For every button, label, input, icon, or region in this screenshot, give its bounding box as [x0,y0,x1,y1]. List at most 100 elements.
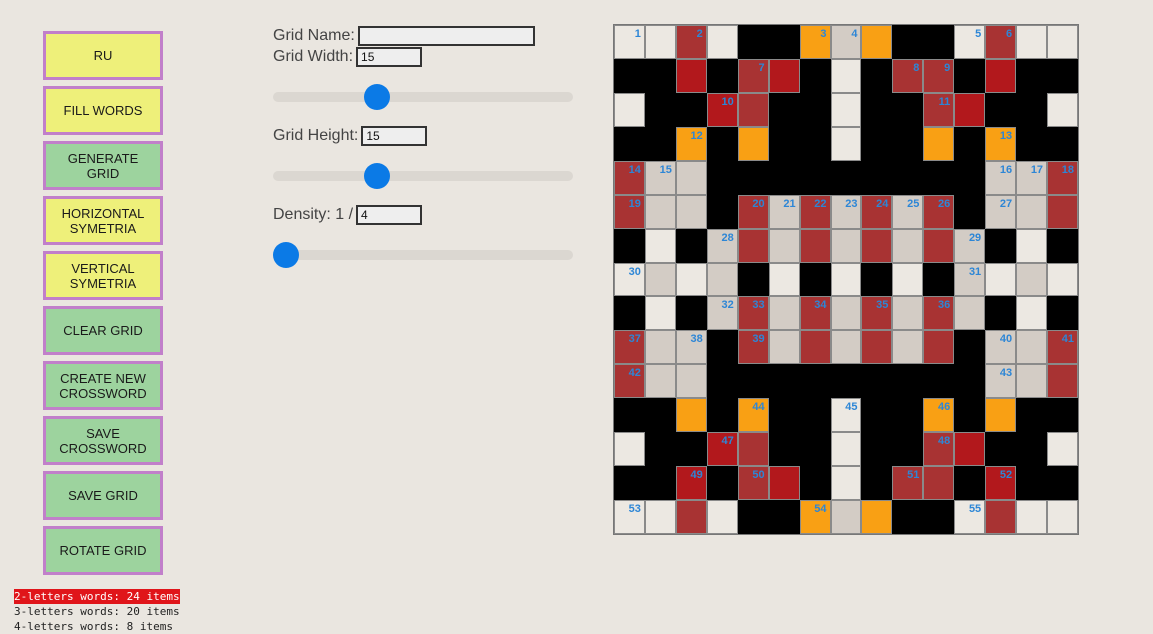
grid-cell[interactable]: 27 [985,194,1017,229]
grid-cell[interactable] [1016,92,1048,127]
grid-cell[interactable] [644,228,676,263]
ru-button[interactable]: RU [43,31,163,80]
grid-cell[interactable] [768,228,800,263]
grid-cell[interactable] [892,126,924,161]
grid-cell[interactable] [861,58,893,93]
grid-cell[interactable] [954,364,986,399]
grid-cell[interactable] [1047,58,1078,93]
grid-cell[interactable] [644,262,676,297]
grid-cell[interactable]: 36 [923,296,955,331]
grid-cell[interactable] [861,25,893,59]
grid-cell[interactable] [892,92,924,127]
grid-height-input[interactable] [361,126,428,146]
grid-cell[interactable]: 33 [737,296,769,331]
grid-cell[interactable] [706,364,738,399]
grid-cell[interactable]: 30 [614,262,645,297]
grid-cell[interactable] [1016,58,1048,93]
grid-cell[interactable] [737,92,769,127]
grid-cell[interactable] [675,92,707,127]
grid-cell[interactable] [706,58,738,93]
grid-cell[interactable] [954,194,986,229]
grid-cell[interactable] [706,466,738,501]
grid-cell[interactable] [675,432,707,467]
grid-cell[interactable] [799,262,831,297]
grid-cell[interactable] [892,25,924,59]
grid-cell[interactable] [614,432,645,467]
grid-cell[interactable] [768,500,800,534]
grid-cell[interactable] [799,398,831,433]
grid-cell[interactable] [706,262,738,297]
grid-cell[interactable] [830,262,862,297]
grid-cell[interactable] [614,466,645,501]
grid-cell[interactable] [892,296,924,331]
grid-cell[interactable]: 50 [737,466,769,501]
grid-cell[interactable] [892,262,924,297]
grid-cell[interactable] [892,364,924,399]
grid-cell[interactable] [923,500,955,534]
grid-cell[interactable] [706,126,738,161]
grid-cell[interactable] [985,500,1017,534]
grid-cell[interactable] [799,58,831,93]
grid-cell[interactable] [1016,364,1048,399]
grid-cell[interactable] [985,58,1017,93]
grid-cell[interactable] [954,92,986,127]
grid-cell[interactable] [1016,500,1048,534]
grid-cell[interactable] [737,160,769,195]
grid-cell[interactable] [768,364,800,399]
grid-cell[interactable]: 7 [737,58,769,93]
generate-grid-button[interactable]: GENERATE GRID [43,141,163,190]
grid-cell[interactable] [768,160,800,195]
create-new-crossword-button[interactable]: CREATE NEW CROSSWORD [43,361,163,410]
crossword-grid[interactable]: 1 2 3 4 5 6 7 8 9 10 11 12 13 14 15 16 17 18 19 20 21 22 23 24 2… [613,24,1079,535]
grid-cell[interactable] [985,296,1017,331]
grid-cell[interactable] [737,25,769,59]
grid-cell[interactable] [614,228,645,263]
grid-cell[interactable]: 12 [675,126,707,161]
grid-cell[interactable] [954,58,986,93]
grid-cell[interactable] [644,330,676,365]
grid-cell[interactable] [706,330,738,365]
density-slider[interactable] [273,242,573,268]
grid-cell[interactable] [954,466,986,501]
slider-handle[interactable] [273,242,299,268]
grid-cell[interactable]: 17 [1016,160,1048,195]
grid-cell[interactable] [1047,92,1078,127]
grid-cell[interactable] [954,432,986,467]
grid-cell[interactable]: 37 [614,330,645,365]
grid-cell[interactable] [1047,262,1078,297]
grid-height-slider[interactable] [273,163,573,189]
slider-handle[interactable] [364,163,391,189]
grid-cell[interactable] [675,500,707,534]
grid-cell[interactable] [644,364,676,399]
grid-cell[interactable]: 21 [768,194,800,229]
grid-cell[interactable] [1047,25,1078,59]
grid-cell[interactable] [892,228,924,263]
grid-cell[interactable] [830,92,862,127]
grid-cell[interactable] [799,228,831,263]
grid-cell[interactable] [923,228,955,263]
grid-cell[interactable] [861,500,893,534]
grid-cell[interactable]: 49 [675,466,707,501]
grid-cell[interactable]: 11 [923,92,955,127]
grid-cell[interactable] [923,364,955,399]
grid-cell[interactable] [706,500,738,534]
grid-cell[interactable] [644,25,676,59]
grid-cell[interactable]: 25 [892,194,924,229]
grid-cell[interactable]: 20 [737,194,769,229]
grid-cell[interactable] [861,262,893,297]
grid-cell[interactable] [985,228,1017,263]
grid-cell[interactable]: 46 [923,398,955,433]
grid-cell[interactable] [861,228,893,263]
grid-cell[interactable] [614,398,645,433]
grid-cell[interactable]: 18 [1047,160,1078,195]
grid-cell[interactable]: 53 [614,500,645,534]
grid-cell[interactable] [1047,432,1078,467]
grid-cell[interactable] [644,500,676,534]
grid-cell[interactable] [737,262,769,297]
grid-cell[interactable]: 26 [923,194,955,229]
grid-cell[interactable] [985,262,1017,297]
slider-handle[interactable] [364,84,391,110]
grid-cell[interactable] [1047,296,1078,331]
grid-cell[interactable]: 8 [892,58,924,93]
grid-cell[interactable] [861,126,893,161]
